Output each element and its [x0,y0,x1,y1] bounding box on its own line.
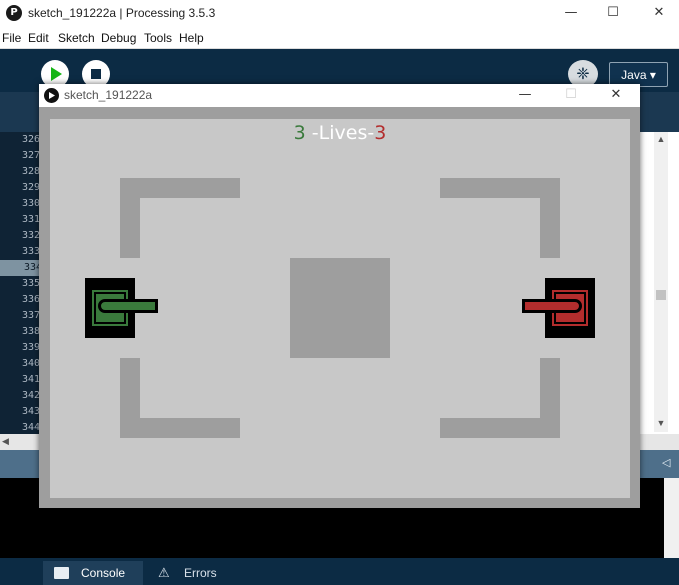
line-number: 329 [21,182,40,193]
scroll-left-icon[interactable]: ◀ [2,436,9,447]
line-number: 335 [21,278,40,289]
sketch-titlebar: sketch_191222a — ☐ ✕ [39,84,640,107]
sketch-minimize-button[interactable]: — [510,85,540,105]
line-number: 331 [21,214,40,225]
wall-top-right-vertical [540,198,560,258]
line-number-gutter: 326 327 328 329 330 331 332 333 334 335 … [0,132,42,434]
tab-errors-label: Errors [184,566,217,580]
line-number: 328 [21,166,40,177]
tab-errors[interactable]: ⚠ Errors [146,561,232,585]
collapse-console-icon[interactable]: ◁ [662,456,670,469]
lives-label: -Lives- [305,122,375,144]
terminal-icon [54,567,69,579]
line-number: 336 [21,294,40,305]
scroll-down-icon[interactable]: ▼ [654,418,668,428]
line-number: 339 [21,342,40,353]
wall-top-left-vertical [120,198,140,258]
line-number: 342 [21,390,40,401]
menu-help[interactable]: Help [179,31,204,45]
butterfly-icon: ❈ [576,64,590,83]
footer-tabs: Console ⚠ Errors [0,558,679,585]
processing-logo-icon: P [6,5,22,21]
wall-bottom-left-vertical [120,358,140,418]
wall-bottom-right-horizontal [440,418,560,438]
sketch-logo-icon [44,88,59,103]
scroll-up-icon[interactable]: ▲ [654,134,668,144]
console-scrollbar[interactable] [664,478,679,558]
menu-file[interactable]: File [2,31,21,45]
sketch-close-button[interactable]: ✕ [601,85,631,105]
ide-window-title: sketch_191222a | Processing 3.5.3 [28,6,216,20]
sketch-maximize-button[interactable]: ☐ [556,85,586,105]
line-number: 338 [21,326,40,337]
scrollbar-thumb[interactable] [656,290,666,300]
line-number: 332 [21,230,40,241]
sketch-window-title: sketch_191222a [64,88,153,102]
lives-display: 3 -Lives-3 [50,121,630,145]
sketch-window: sketch_191222a — ☐ ✕ 3 -Lives-3 [39,84,640,508]
tab-console-label: Console [81,566,126,580]
line-number: 337 [21,310,40,321]
warning-icon: ⚠ [158,565,170,580]
wall-bottom-left-horizontal [120,418,240,438]
player1-tank-barrel [98,299,158,313]
player2-lives: 3 [374,122,387,144]
game-canvas[interactable]: 3 -Lives-3 [50,119,630,498]
player1-lives: 3 [293,122,306,144]
line-number-current: 334 [0,260,42,276]
menu-debug[interactable]: Debug [101,31,136,45]
line-number: 333 [21,246,40,257]
menu-edit[interactable]: Edit [28,31,49,45]
line-number: 343 [21,406,40,417]
center-obstacle [290,258,390,358]
player2-tank-barrel [522,299,582,313]
maximize-button[interactable]: ☐ [598,3,628,23]
tab-console[interactable]: Console [43,561,143,585]
line-number: 340 [21,358,40,369]
wall-top-right-horizontal [440,178,560,198]
menubar: File Edit Sketch Debug Tools Help [0,28,679,49]
wall-top-left-horizontal [120,178,240,198]
menu-tools[interactable]: Tools [144,31,172,45]
menu-sketch[interactable]: Sketch [58,31,95,45]
minimize-button[interactable]: — [556,3,586,23]
line-number: 330 [21,198,40,209]
close-button[interactable]: ✕ [644,3,674,23]
line-number: 326 [21,134,40,145]
line-number: 341 [21,374,40,385]
line-number: 327 [21,150,40,161]
wall-bottom-right-vertical [540,358,560,418]
editor-scrollbar[interactable]: ▲ ▼ [654,132,668,432]
ide-titlebar: P sketch_191222a | Processing 3.5.3 — ☐ … [0,0,679,28]
